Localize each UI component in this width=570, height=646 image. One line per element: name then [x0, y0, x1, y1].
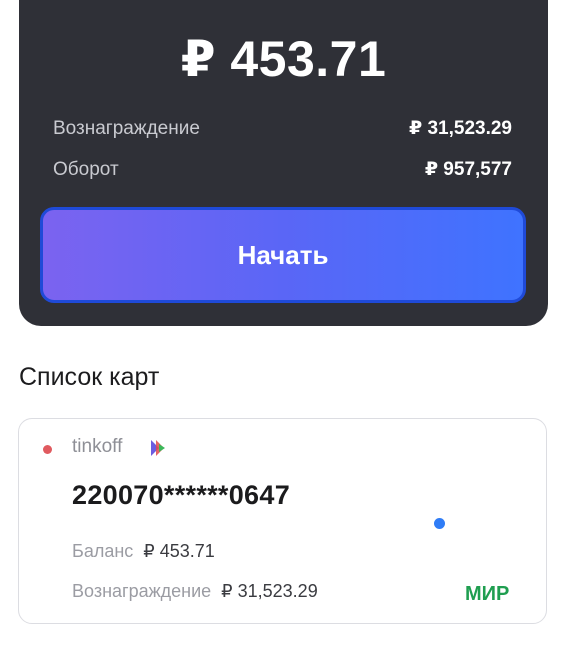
card-number: 220070******0647 — [72, 480, 291, 510]
cards-section-title: Список карт — [19, 363, 160, 391]
turnover-row: Оборот ₽ 957,577 — [53, 158, 512, 181]
card-balance-value: ₽ 453.71 — [143, 541, 215, 561]
start-button[interactable]: Начать — [40, 207, 526, 303]
reward-row: Вознаграждение ₽ 31,523.29 — [53, 117, 512, 140]
bank-logo-icon — [151, 440, 165, 456]
bank-name: tinkoff — [72, 436, 123, 457]
card-reward-row: Вознаграждение ₽ 31,523.29 — [72, 581, 318, 602]
card-reward-value: ₽ 31,523.29 — [221, 581, 318, 601]
summary-card: ₽ 453.71 Вознаграждение ₽ 31,523.29 Обор… — [19, 0, 548, 326]
card-reward-label: Вознаграждение — [72, 581, 212, 601]
mir-logo-text: МИР — [465, 583, 509, 604]
turnover-label: Оборот — [53, 158, 119, 180]
card-balance-row: Баланс ₽ 453.71 — [72, 541, 215, 562]
status-dot-icon — [43, 445, 52, 454]
selected-dot-icon — [434, 518, 445, 529]
mir-logo-icon: МИР — [465, 583, 509, 604]
total-balance: ₽ 453.71 — [180, 31, 387, 87]
card-balance-label: Баланс — [72, 541, 134, 561]
turnover-value: ₽ 957,577 — [424, 159, 512, 180]
card-item[interactable]: tinkoff 220070******0647 Баланс ₽ 453.71 … — [18, 418, 547, 624]
reward-label: Вознаграждение — [53, 117, 200, 139]
reward-value: ₽ 31,523.29 — [408, 118, 512, 139]
